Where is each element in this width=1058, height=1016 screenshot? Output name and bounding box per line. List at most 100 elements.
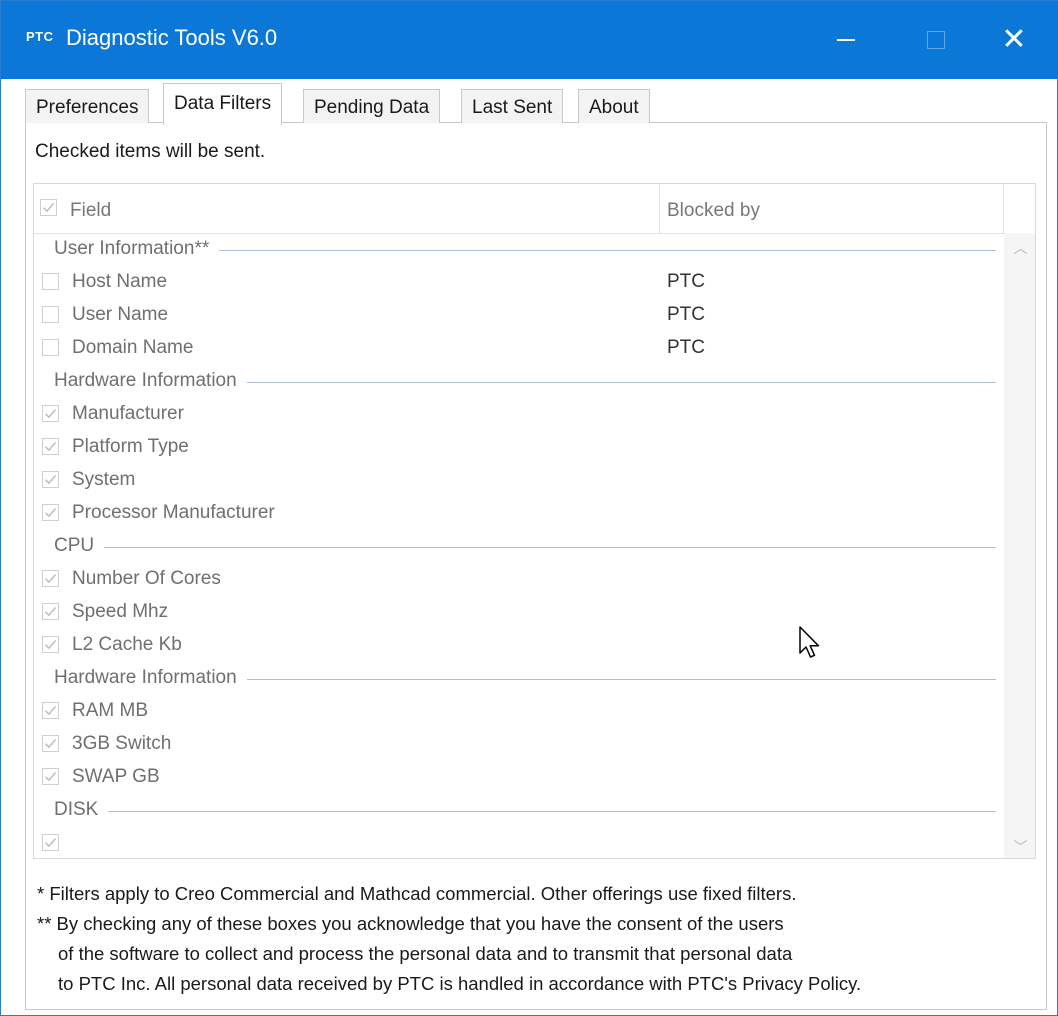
group-divider — [54, 547, 996, 548]
blocked-by-value: PTC — [667, 304, 705, 325]
filter-checkbox[interactable] — [42, 636, 59, 653]
filter-field-label: Platform Type — [72, 436, 189, 457]
filter-row[interactable]: SWAP GB — [34, 761, 1004, 794]
select-all-checkbox[interactable] — [40, 199, 57, 216]
group-label: Hardware Information — [54, 370, 247, 392]
filter-checkbox[interactable] — [42, 504, 59, 521]
tab-pending-data[interactable]: Pending Data — [303, 89, 441, 123]
minimize-button[interactable] — [801, 1, 891, 79]
filter-field-label: Speed Mhz — [72, 601, 169, 622]
footnote-consent-cont: of the software to collect and process t… — [58, 943, 793, 964]
filter-checkbox[interactable] — [42, 438, 59, 455]
group-label: Hardware Information — [54, 667, 247, 689]
check-icon — [44, 772, 57, 782]
filter-row[interactable]: Manufacturer — [34, 398, 1004, 431]
maximize-button[interactable] — [891, 1, 981, 79]
filter-list[interactable]: Field Blocked by User Information** Host … — [33, 183, 1036, 859]
filter-field-label: Number Of Cores — [72, 568, 221, 589]
filter-field-label: Domain Name — [72, 337, 194, 358]
footnote-consent: ** By checking any of these boxes you ac… — [37, 913, 784, 934]
check-icon — [44, 508, 57, 518]
window-title: Diagnostic Tools V6.0 — [66, 25, 278, 50]
filter-field-label: User Name — [72, 304, 169, 325]
filter-row[interactable] — [34, 827, 1004, 858]
filter-row[interactable]: Speed Mhz — [34, 596, 1004, 629]
maximize-icon — [927, 31, 945, 49]
column-header-blocked-by[interactable]: Blocked by — [667, 200, 760, 222]
filter-row[interactable]: 3GB Switch — [34, 728, 1004, 761]
filter-field-label: RAM MB — [72, 700, 148, 721]
filter-checkbox[interactable] — [42, 735, 59, 752]
filter-field-label: 3GB Switch — [72, 733, 172, 754]
filter-checkbox[interactable] — [42, 768, 59, 785]
filter-row[interactable]: Domain Name PTC — [34, 332, 1004, 365]
diagnostic-tools-window: PTC Diagnostic Tools V6.0 ✕ Preferences … — [0, 0, 1058, 1016]
check-icon — [44, 640, 57, 650]
filter-row[interactable]: System — [34, 464, 1004, 497]
group-header: User Information** — [34, 233, 1004, 266]
tab-data-filters[interactable]: Data Filters — [163, 83, 283, 125]
filter-row[interactable]: Platform Type — [34, 431, 1004, 464]
filter-row[interactable]: L2 Cache Kb — [34, 629, 1004, 662]
filter-checkbox[interactable] — [42, 603, 59, 620]
filter-field-label: Manufacturer — [72, 403, 184, 424]
filter-checkbox[interactable] — [42, 405, 59, 422]
minimize-icon — [837, 39, 855, 41]
filter-row[interactable]: Number Of Cores — [34, 563, 1004, 596]
column-header-field[interactable]: Field — [70, 200, 111, 222]
footnotes: * Filters apply to Creo Commercial and M… — [37, 879, 861, 999]
tab-last-sent[interactable]: Last Sent — [461, 89, 564, 123]
tab-preferences[interactable]: Preferences — [25, 89, 150, 123]
column-divider[interactable] — [659, 184, 660, 233]
filter-checkbox[interactable] — [42, 339, 59, 356]
blocked-by-value: PTC — [667, 337, 705, 358]
check-icon — [44, 475, 57, 485]
filter-row[interactable]: User Name PTC — [34, 299, 1004, 332]
check-icon — [44, 706, 57, 716]
column-divider[interactable] — [1003, 184, 1004, 233]
tab-about[interactable]: About — [578, 89, 650, 123]
check-icon — [44, 574, 57, 584]
filter-checkbox[interactable] — [42, 834, 59, 851]
group-divider — [54, 811, 996, 812]
close-button[interactable]: ✕ — [969, 1, 1058, 79]
footnote-filters: * Filters apply to Creo Commercial and M… — [37, 883, 797, 904]
filter-field-label: SWAP GB — [72, 766, 160, 787]
hint-text: Checked items will be sent. — [35, 141, 266, 162]
filter-checkbox[interactable] — [42, 306, 59, 323]
filter-checkbox[interactable] — [42, 273, 59, 290]
scroll-up-icon[interactable]: ︿ — [1004, 235, 1035, 261]
vertical-scrollbar[interactable]: ︿ ﹀ — [1004, 233, 1035, 858]
filter-checkbox[interactable] — [42, 702, 59, 719]
check-icon — [44, 442, 57, 452]
filter-checkbox[interactable] — [42, 471, 59, 488]
mouse-cursor-icon — [799, 626, 820, 658]
footnote-consent-cont: to PTC Inc. All personal data received b… — [58, 973, 862, 994]
list-header: Field Blocked by — [34, 184, 1035, 234]
ptc-app-icon: PTC — [26, 29, 54, 44]
group-header: CPU — [34, 530, 1004, 563]
group-label: CPU — [54, 535, 105, 557]
group-label: User Information** — [54, 238, 220, 260]
title-bar[interactable]: PTC Diagnostic Tools V6.0 ✕ — [1, 1, 1058, 79]
check-icon — [44, 607, 57, 617]
group-header: Hardware Information — [34, 662, 1004, 695]
filter-rows: User Information** Host Name PTC User Name P… — [34, 233, 1004, 858]
filter-checkbox[interactable] — [42, 570, 59, 587]
group-label: DISK — [54, 799, 109, 821]
check-icon — [44, 739, 57, 749]
filter-row[interactable]: Host Name PTC — [34, 266, 1004, 299]
filter-row[interactable]: Processor Manufacturer — [34, 497, 1004, 530]
check-icon — [44, 409, 57, 419]
group-header: DISK — [34, 794, 1004, 827]
filter-field-label: Processor Manufacturer — [72, 502, 275, 523]
filter-field-label: System — [72, 469, 136, 490]
filter-row[interactable]: RAM MB — [34, 695, 1004, 728]
scroll-down-icon[interactable]: ﹀ — [1004, 834, 1035, 858]
check-icon — [44, 838, 57, 848]
check-icon — [42, 203, 55, 213]
filter-field-label: Host Name — [72, 271, 168, 292]
blocked-by-value: PTC — [667, 271, 705, 292]
close-icon: ✕ — [1001, 23, 1027, 56]
group-header: Hardware Information — [34, 365, 1004, 398]
